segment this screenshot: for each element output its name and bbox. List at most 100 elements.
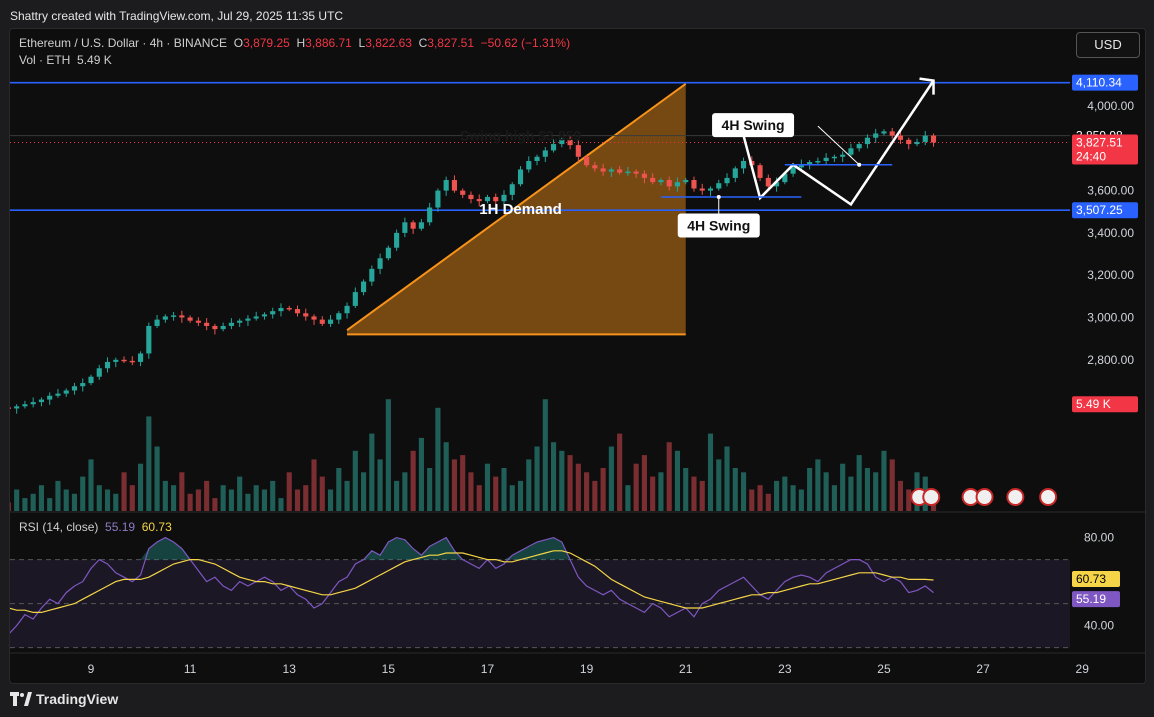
volume-bar xyxy=(377,459,383,511)
candle-body xyxy=(881,131,887,134)
candle-body xyxy=(30,402,36,405)
candle-body xyxy=(121,359,127,362)
event-icons[interactable] xyxy=(910,488,1058,506)
price-label: 3,507.25 xyxy=(1076,203,1123,217)
rsi-pane[interactable] xyxy=(10,559,1070,649)
tradingview-logo[interactable]: TradingView xyxy=(10,691,118,707)
volume-bar xyxy=(707,433,714,511)
volume-bar xyxy=(443,442,449,511)
volume-bar xyxy=(30,493,36,511)
candle-body xyxy=(137,353,144,362)
candle-body xyxy=(732,168,738,178)
candle-body xyxy=(864,137,871,145)
volume-bar xyxy=(121,472,127,511)
close-label: C xyxy=(418,36,428,50)
candle-body xyxy=(113,359,119,362)
volume-bar xyxy=(311,459,317,511)
candle-body xyxy=(633,171,639,174)
volume-bar xyxy=(666,442,672,511)
volume-bar xyxy=(749,489,755,511)
candle-body xyxy=(369,268,375,282)
volume-bar xyxy=(608,446,614,511)
candle-body xyxy=(608,169,614,172)
volume-bar xyxy=(55,480,61,511)
price-tick: 3,000.00 xyxy=(1087,311,1134,325)
candle-body xyxy=(922,135,928,142)
candle-body xyxy=(10,407,11,409)
volume-bar xyxy=(10,502,11,511)
candle-body xyxy=(889,131,895,136)
candle-body xyxy=(195,320,201,323)
candle-body xyxy=(146,325,152,354)
volume-bar xyxy=(319,476,325,511)
candle-body xyxy=(187,317,193,321)
volume-bar xyxy=(517,480,524,511)
volume-bar xyxy=(63,489,69,511)
volume-bar xyxy=(757,485,763,511)
candle-body xyxy=(418,222,424,229)
volume-bar xyxy=(691,476,697,511)
candle-body xyxy=(104,361,111,369)
candle-body xyxy=(171,315,177,317)
candle-body xyxy=(88,376,94,384)
volume-bar xyxy=(881,450,887,511)
volume-bar xyxy=(261,489,268,511)
symbol-name: Ethereum / U.S. Dollar · 4h · BINANCE xyxy=(19,36,228,50)
candle-body xyxy=(179,315,185,318)
volume-bar xyxy=(352,450,358,511)
volume-bar xyxy=(294,489,301,511)
candle-body xyxy=(14,406,20,409)
price-label-countdown: 24:40 xyxy=(1076,149,1106,163)
volume-bar xyxy=(476,485,482,511)
volume-bar xyxy=(732,468,738,511)
drawings[interactable]: Swing high $3,859 1H Demand 4H Swing 4H Swi… xyxy=(460,77,935,238)
candle-body xyxy=(361,281,367,293)
candle-body xyxy=(377,258,383,269)
volume-bar xyxy=(286,472,292,511)
candle-body xyxy=(707,188,714,191)
volume-bar xyxy=(501,468,507,511)
candle-body xyxy=(261,314,268,317)
candle-body xyxy=(63,390,69,394)
volume-bar xyxy=(740,472,747,511)
candle-body xyxy=(402,222,408,233)
price-label: 4,110.34 xyxy=(1076,76,1122,90)
demand-label: 1H Demand xyxy=(479,201,562,218)
rsi-legend: RSI (14, close) 55.19 60.73 xyxy=(19,520,172,534)
symbol-legend: Ethereum / U.S. Dollar · 4h · BINANCE O3… xyxy=(19,36,570,50)
volume-bar xyxy=(402,472,408,511)
time-tick: 23 xyxy=(778,662,792,676)
volume-bar xyxy=(171,485,177,511)
candle-body xyxy=(914,141,920,145)
volume-bar xyxy=(38,485,45,511)
candle-body xyxy=(154,319,160,326)
chart-svg[interactable]: Swing high $3,859 1H Demand 4H Swing 4H Swi… xyxy=(10,29,1145,683)
candle-body xyxy=(815,160,821,163)
chart-frame[interactable]: Swing high $3,859 1H Demand 4H Swing 4H Swi… xyxy=(9,28,1146,684)
candle-body xyxy=(253,316,259,319)
price-tick: 3,200.00 xyxy=(1087,268,1134,282)
volume-bar xyxy=(823,472,829,511)
candle-body xyxy=(666,180,672,187)
change-value: −50.62 (−1.31%) xyxy=(480,36,571,50)
candle-body xyxy=(286,307,292,310)
candle-body xyxy=(699,188,705,191)
candle-body xyxy=(344,305,350,314)
high-value: 3,886.71 xyxy=(305,36,352,50)
time-tick: 13 xyxy=(283,662,297,676)
currency-button[interactable]: USD xyxy=(1076,32,1140,58)
candle-body xyxy=(930,135,937,143)
candle-body xyxy=(303,313,309,317)
volume-bar xyxy=(542,399,548,511)
volume-bar xyxy=(104,489,111,511)
volume-bar xyxy=(344,480,350,511)
candle-body xyxy=(278,307,284,312)
candle-body xyxy=(435,190,441,208)
candle-body xyxy=(716,183,722,189)
price-label: 5.49 K xyxy=(1076,397,1111,411)
rsi-tick: 40.00 xyxy=(1084,619,1114,633)
candle-body xyxy=(831,156,837,159)
us-event-icon xyxy=(922,488,941,506)
candle-body xyxy=(237,320,243,323)
volume-bar xyxy=(790,485,796,511)
